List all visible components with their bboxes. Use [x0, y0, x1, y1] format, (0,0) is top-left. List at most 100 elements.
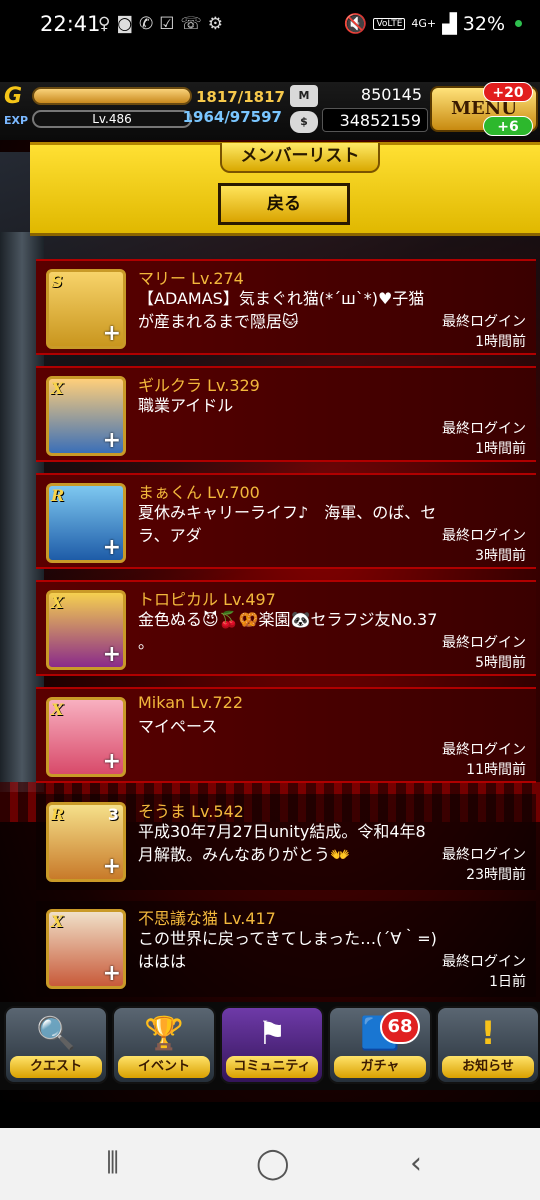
nav-community[interactable]: ⚑ コミュニティ [220, 1006, 324, 1084]
rank-icon: X [51, 912, 64, 931]
last-login-label: 最終ログイン [442, 847, 526, 863]
exp-label: EXP [4, 114, 29, 127]
member-message: この世界に戻ってきてしまった…(´∀｀=)ははは [138, 929, 437, 971]
nav-event[interactable]: 🏆 イベント [112, 1006, 216, 1084]
member-row[interactable]: R + まぁくん Lv.700 夏休みキャリーライフ♪ 海軍、のば、セラ、アダ … [36, 473, 536, 569]
nav-quest[interactable]: 🔍 クエスト [4, 1006, 108, 1084]
nav-event-label: イベント [118, 1056, 210, 1078]
phone-icon: ☏ [180, 14, 202, 34]
status-bar: 22:41 ♀ ◙ ✆ ☑ ☏ ⚙ 🔇 VoLTE 4G+ ▟ 32% [0, 0, 540, 52]
member-list[interactable]: S + マリー Lv.274 【ADAMAS】気まぐれ猫(*´ш`*)♥子猫が産… [36, 237, 540, 997]
back-button[interactable]: 戻る [218, 183, 350, 225]
member-avatar: X + [46, 376, 126, 456]
last-login-time: 3時間前 [475, 548, 526, 564]
member-message: 職業アイドル [138, 396, 234, 415]
status-time: 22:41 [40, 12, 101, 36]
member-row[interactable]: X + Mikan Lv.722 マイペース 最終ログイン 11時間前 [36, 687, 536, 783]
member-name: ギルクラ Lv.329 [138, 376, 260, 395]
last-login-label: 最終ログイン [442, 635, 526, 651]
member-row[interactable]: R 3 + そうま Lv.542 平成30年7月27日unity結成。令和4年8… [36, 794, 536, 890]
member-avatar: R + [46, 483, 126, 563]
gear-icon: ⚙ [207, 14, 223, 34]
money-box: 34852159 [322, 108, 428, 132]
member-message: 夏休みキャリーライフ♪ 海軍、のば、セラ、アダ [138, 503, 437, 545]
member-name: 不思議な猫 Lv.417 [138, 909, 276, 928]
plus-icon: + [102, 749, 121, 774]
level-text: Lv.486 [92, 112, 132, 126]
system-nav-bar: ⦀ ◯ ‹ [0, 1128, 540, 1200]
last-login-time: 23時間前 [466, 867, 526, 883]
member-avatar: X + [46, 697, 126, 777]
member-message: 平成30年7月27日unity結成。令和4年8月解散。みんなありがとう👐 [138, 822, 426, 864]
signal-icon: ▟ [442, 12, 457, 35]
rank-icon: R [51, 486, 65, 505]
flag-icon: ⚑ [257, 1014, 287, 1052]
member-name: そうま Lv.542 [138, 802, 244, 821]
last-login-time: 1日前 [489, 974, 526, 990]
member-avatar: X + [46, 909, 126, 989]
rank-icon: R [51, 805, 65, 824]
nav-quest-label: クエスト [10, 1056, 102, 1078]
member-name: まぁくん Lv.700 [138, 483, 260, 502]
member-name: マリー Lv.274 [138, 269, 244, 288]
member-message: 金色ぬる😈🍒🥨楽園🐼セラフジ友No.37 。 [138, 610, 438, 652]
rank-icon: X [51, 379, 64, 398]
rank-icon: S [51, 272, 63, 291]
last-login-time: 11時間前 [466, 762, 526, 778]
member-avatar: X + [46, 590, 126, 670]
notification-icons: ♀ ◙ ✆ ☑ ☏ ⚙ [98, 14, 223, 34]
last-login-label: 最終ログイン [442, 421, 526, 437]
search-icon: 🔍 [36, 1014, 76, 1052]
top-hud: G EXP Lv.486 1817/1817 1964/97597 M 8501… [0, 82, 540, 140]
nav-community-label: コミュニティ [226, 1056, 318, 1078]
nav-news-label: お知らせ [442, 1056, 534, 1078]
network-indicator: 4G+ [411, 17, 437, 30]
rank-letter: G [4, 84, 23, 109]
mute-icon: 🔇 [343, 13, 368, 35]
back-nav-button[interactable]: ‹ [410, 1146, 422, 1181]
member-row[interactable]: X + 不思議な猫 Lv.417 この世界に戻ってきてしまった…(´∀｀=)はは… [36, 901, 536, 997]
last-login-time: 1時間前 [475, 441, 526, 457]
notification-icon: ♀ [98, 14, 111, 34]
rank-icon: X [51, 700, 64, 719]
member-avatar: S + [46, 269, 126, 349]
member-name: トロピカル Lv.497 [138, 590, 276, 609]
last-login-label: 最終ログイン [442, 314, 526, 330]
last-login-label: 最終ログイン [442, 954, 526, 970]
member-message: マイペース [138, 717, 218, 736]
money-bag-icon: $ [290, 111, 318, 133]
exp-value: 1964/97597 [182, 108, 282, 126]
app-icon: ◙ [116, 14, 133, 34]
plus-icon: + [102, 535, 121, 560]
member-avatar: R 3 + [46, 802, 126, 882]
member-row[interactable]: S + マリー Lv.274 【ADAMAS】気まぐれ猫(*´ш`*)♥子猫が産… [36, 259, 536, 355]
plus-icon: + [102, 961, 121, 986]
rank-icon: X [51, 593, 64, 612]
exclamation-icon: ! [480, 1014, 496, 1052]
call-icon: ✆ [138, 14, 154, 34]
plus-icon: + [102, 321, 121, 346]
member-list-header: メンバーリスト 戻る [30, 142, 540, 236]
plus-icon: + [102, 642, 121, 667]
nav-news[interactable]: ! お知らせ [436, 1006, 540, 1084]
check-icon: ☑ [159, 14, 175, 34]
stack-count: 3 [107, 805, 119, 824]
privacy-dot [515, 20, 522, 27]
last-login-time: 1時間前 [475, 334, 526, 350]
member-row[interactable]: X + ギルクラ Lv.329 職業アイドル 最終ログイン 1時間前 [36, 366, 536, 462]
member-row[interactable]: X + トロピカル Lv.497 金色ぬる😈🍒🥨楽園🐼セラフジ友No.37 。 … [36, 580, 536, 676]
members-count: 850145 [360, 85, 422, 104]
nav-gacha-label: ガチャ [334, 1056, 426, 1078]
member-message: 【ADAMAS】気まぐれ猫(*´ш`*)♥子猫が産まれるまで隠居🐱 [138, 289, 425, 331]
stamina-bar [32, 87, 192, 105]
plus-icon: + [102, 428, 121, 453]
plus-icon: + [102, 854, 121, 879]
last-login-label: 最終ログイン [442, 528, 526, 544]
stamina-value: 1817/1817 [196, 88, 285, 106]
last-login-label: 最終ログイン [442, 742, 526, 758]
recent-apps-button[interactable]: ⦀ [106, 1146, 119, 1181]
home-button[interactable]: ◯ [256, 1146, 290, 1181]
level-bar: Lv.486 [32, 110, 192, 128]
menu-badge-bottom: +6 [483, 116, 533, 136]
last-login-time: 5時間前 [475, 655, 526, 671]
